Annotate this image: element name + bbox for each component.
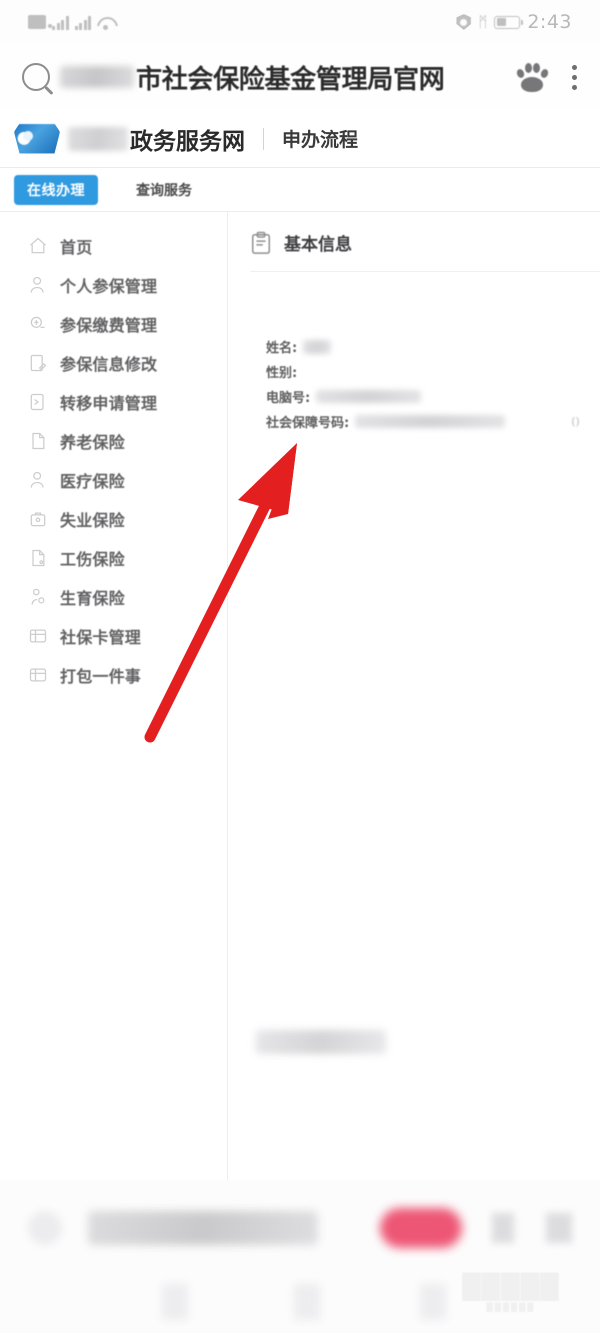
- person-icon: [28, 275, 48, 295]
- sidebar-item-label: 失业保险: [60, 510, 125, 530]
- sidebar-item-label: 转移申请管理: [60, 393, 158, 413]
- nav-icon-2[interactable]: [294, 1284, 320, 1320]
- sidebar-item-label: 工伤保险: [60, 549, 125, 569]
- redacted-region-label: [68, 126, 128, 151]
- field-label-computer-number: 电脑号:: [266, 391, 311, 406]
- redacted-value-computer-number: [316, 390, 422, 403]
- sidebar-item-payment-management[interactable]: 参保缴费管理: [0, 304, 227, 343]
- document-icon: [28, 431, 48, 451]
- sidebar-item-label: 打包一件事: [60, 666, 142, 686]
- government-logo-icon[interactable]: [14, 123, 60, 154]
- signal-bars-icon-1: [52, 15, 69, 30]
- header-divider: [263, 127, 264, 150]
- search-icon[interactable]: [22, 63, 50, 91]
- sidebar-item-pension-insurance[interactable]: 养老保险: [0, 421, 227, 460]
- record-button[interactable]: [380, 1208, 462, 1248]
- sidebar-item-home[interactable]: 首页: [0, 226, 227, 265]
- site-header: 政务服务网 申办流程: [0, 110, 600, 168]
- sidebar-item-unemployment-insurance[interactable]: 失业保险: [0, 499, 227, 538]
- maternity-icon: [28, 587, 48, 607]
- sidebar-item-label: 社保卡管理: [60, 627, 142, 647]
- bottom-toolbar-row: [0, 1192, 600, 1264]
- sidebar-item-label: 养老保险: [60, 432, 125, 452]
- tab-online-service[interactable]: 在线办理: [14, 174, 98, 205]
- redacted-value-name: [303, 339, 332, 354]
- status-bar-left-icons: [28, 15, 114, 30]
- field-trailing-text: (): [571, 415, 580, 428]
- tab-icon[interactable]: [492, 1213, 514, 1243]
- status-bar: ᛗ 2:43: [0, 0, 600, 44]
- wifi-icon: [97, 16, 114, 30]
- sidebar-item-medical-insurance[interactable]: 医疗保险: [0, 460, 227, 499]
- field-row-gender: 性别:: [266, 359, 600, 384]
- back-circle-icon[interactable]: [28, 1211, 62, 1245]
- sidebar-item-label: 首页: [60, 237, 93, 257]
- sidebar-item-label: 个人参保管理: [60, 276, 158, 296]
- redacted-value-social-security-number: [355, 415, 506, 428]
- watermark-main: █████: [462, 1272, 560, 1301]
- address-field-blurred[interactable]: [88, 1211, 318, 1245]
- field-row-social-security-number: 社会保障号码: (): [266, 409, 600, 434]
- signal-bars-icon-2: [74, 15, 91, 30]
- sidebar-item-label: 医疗保险: [60, 471, 125, 491]
- field-label-social-security-number: 社会保障号码:: [266, 416, 350, 431]
- basic-info-fields: 姓名: 性别: 电脑号: 社会保障号码: (): [250, 334, 600, 434]
- field-row-computer-number: 电脑号:: [266, 384, 600, 409]
- browser-address-bar[interactable]: 市社会保险基金管理局官网: [0, 44, 600, 110]
- clipboard-icon: [250, 231, 272, 255]
- nav-icon-1[interactable]: [162, 1284, 188, 1320]
- package-icon: [28, 665, 48, 685]
- status-bar-right-icons: ᛗ 2:43: [456, 11, 572, 33]
- baidu-paw-icon[interactable]: [515, 62, 550, 92]
- transfer-icon: [28, 392, 48, 412]
- sidebar-nav: 首页 个人参保管理 参保缴费管理 参保信息修改 转移申请管理 养老保险 医疗保险…: [0, 212, 228, 1180]
- field-label-name: 姓名:: [266, 341, 298, 356]
- menu-icon[interactable]: [546, 1213, 572, 1243]
- redacted-content-block: [256, 1030, 386, 1054]
- panel-divider: [250, 271, 600, 272]
- sidebar-item-package-service[interactable]: 打包一件事: [0, 655, 227, 694]
- battery-icon: [494, 15, 524, 29]
- breadcrumb[interactable]: 申办流程: [282, 125, 358, 152]
- page-body: 首页 个人参保管理 参保缴费管理 参保信息修改 转移申请管理 养老保险 医疗保险…: [0, 212, 600, 1180]
- redacted-city-name: [60, 66, 134, 88]
- field-row-name: 姓名:: [266, 334, 600, 359]
- home-icon: [28, 236, 48, 256]
- sidebar-item-label: 参保缴费管理: [60, 315, 158, 335]
- field-label-gender: 性别:: [266, 366, 298, 381]
- browser-bottom-toolbar: █████ ██████: [0, 1180, 600, 1333]
- edit-document-icon: [28, 353, 48, 373]
- page-title-text: 市社会保险基金管理局官网: [136, 64, 445, 95]
- card-icon: [28, 626, 48, 646]
- panel-header: 基本信息: [250, 230, 600, 271]
- kebab-menu-icon[interactable]: [572, 64, 578, 90]
- tab-query-service[interactable]: 查询服务: [136, 180, 192, 200]
- page-title[interactable]: 市社会保险基金管理局官网: [60, 59, 516, 96]
- phone-screenshot: ᛗ 2:43 市社会保险基金管理局官网 政务服务网 申办流程 在线办理 查询服务: [0, 0, 600, 1333]
- content-panel: 基本信息 姓名: 性别: 电脑号: 社会保障号码: (): [228, 212, 600, 1180]
- watermark: █████ ██████: [436, 1264, 586, 1320]
- injury-document-icon: [28, 548, 48, 568]
- panel-title: 基本信息: [284, 235, 352, 255]
- briefcase-icon: [28, 509, 48, 529]
- bluetooth-icon: ᛗ: [478, 12, 488, 31]
- shield-icon: [456, 14, 472, 30]
- sidebar-item-maternity-insurance[interactable]: 生育保险: [0, 577, 227, 616]
- medical-icon: [28, 470, 48, 490]
- sidebar-item-label: 参保信息修改: [60, 354, 158, 374]
- watermark-sub: ██████: [486, 1302, 536, 1312]
- sidebar-item-transfer-application[interactable]: 转移申请管理: [0, 382, 227, 421]
- payment-icon: [28, 314, 48, 334]
- sidebar-item-label: 生育保险: [60, 588, 125, 608]
- sidebar-item-personal-insurance[interactable]: 个人参保管理: [0, 265, 227, 304]
- status-bar-clock: 2:43: [527, 11, 572, 33]
- sidebar-item-work-injury-insurance[interactable]: 工伤保险: [0, 538, 227, 577]
- tab-bar: 在线办理 查询服务: [0, 168, 600, 212]
- sim-card-icon: [28, 15, 52, 29]
- sidebar-item-social-security-card[interactable]: 社保卡管理: [0, 616, 227, 655]
- site-name[interactable]: 政务服务网: [130, 122, 245, 156]
- sidebar-item-info-modify[interactable]: 参保信息修改: [0, 343, 227, 382]
